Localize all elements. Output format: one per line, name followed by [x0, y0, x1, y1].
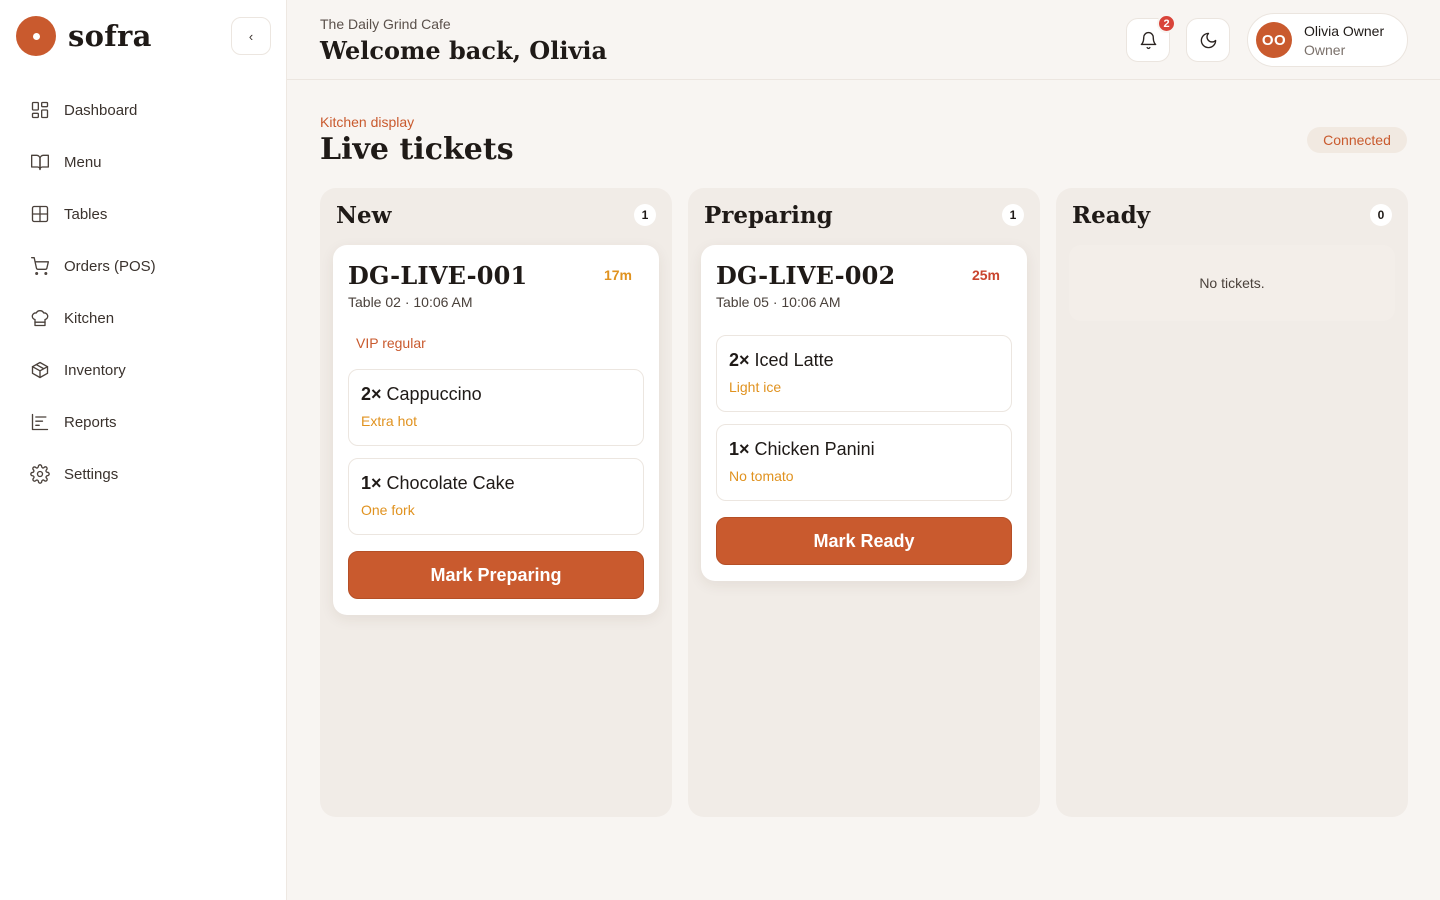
- bell-icon: [1140, 31, 1156, 49]
- column-count-badge: 0: [1370, 204, 1392, 226]
- ticket-id: DG-LIVE-002: [716, 261, 896, 290]
- ticket-header: DG-LIVE-002 25m Table 05 · 10:06 AM: [716, 261, 1012, 319]
- sidebar-item-tables[interactable]: Tables: [16, 188, 271, 240]
- grid-icon: [31, 101, 49, 119]
- page-eyebrow: Kitchen display: [320, 114, 415, 130]
- column-count-badge: 1: [1002, 204, 1024, 226]
- column-new: New 1 DG-LIVE-001 17m Table 02 · 10:06 A…: [320, 188, 672, 817]
- gear-icon: [30, 464, 50, 484]
- item-modifier: Light ice: [729, 379, 782, 395]
- mark-preparing-button[interactable]: Mark Preparing: [348, 551, 644, 599]
- item-modifier: One fork: [361, 502, 415, 518]
- sidebar-item-dashboard[interactable]: Dashboard: [16, 84, 271, 136]
- welcome-heading: Welcome back, Olivia: [320, 36, 608, 65]
- logo-icon: [16, 16, 56, 56]
- page-title: Live tickets: [320, 132, 514, 167]
- sidebar-item-label: Reports: [64, 413, 117, 431]
- connection-status-badge: Connected: [1307, 127, 1407, 153]
- avatar: OO: [1256, 22, 1292, 58]
- item-title: 1× Chicken Panini: [729, 439, 999, 460]
- item-title: 2× Cappuccino: [361, 384, 631, 405]
- item-modifier: Extra hot: [361, 413, 418, 429]
- theme-toggle-button[interactable]: [1186, 18, 1230, 62]
- chevron-left-icon: ‹: [248, 28, 254, 44]
- ticket-item: 1× Chocolate Cake One fork: [348, 458, 644, 535]
- sidebar-item-settings[interactable]: Settings: [16, 448, 271, 500]
- item-modifier: No tomato: [729, 468, 794, 484]
- item-title: 2× Iced Latte: [729, 350, 999, 371]
- column-title: New: [336, 202, 392, 229]
- user-menu[interactable]: OO Olivia Owner Owner: [1247, 13, 1408, 67]
- column-title: Preparing: [704, 202, 833, 229]
- item-qty: 1×: [729, 439, 750, 459]
- user-name: Olivia Owner: [1304, 22, 1385, 39]
- table-icon: [31, 205, 49, 223]
- ticket-age: 17m: [603, 267, 632, 283]
- sidebar-item-label: Menu: [64, 153, 102, 171]
- sidebar-item-menu[interactable]: Menu: [16, 136, 271, 188]
- ticket-item: 2× Cappuccino Extra hot: [348, 369, 644, 446]
- moon-icon: [1200, 32, 1216, 48]
- item-title: 1× Chocolate Cake: [361, 473, 631, 494]
- item-name: Iced Latte: [754, 350, 834, 370]
- user-info: Olivia Owner Owner: [1304, 23, 1384, 58]
- brand-name: sofra: [68, 19, 152, 53]
- sidebar-item-kitchen[interactable]: Kitchen: [16, 292, 271, 344]
- sidebar-item-label: Tables: [64, 205, 108, 223]
- top-header: The Daily Grind Cafe Welcome back, Olivi…: [287, 0, 1440, 80]
- item-name: Cappuccino: [386, 384, 482, 404]
- column-title: Ready: [1072, 202, 1151, 229]
- ticket-item: 2× Iced Latte Light ice: [716, 335, 1012, 412]
- sidebar-item-label: Kitchen: [64, 309, 115, 327]
- sidebar-item-label: Dashboard: [64, 101, 138, 119]
- bar-chart-icon: [31, 413, 49, 431]
- ticket-note: VIP regular: [356, 335, 426, 351]
- ticket-meta: Table 05 · 10:06 AM: [716, 294, 841, 310]
- ticket-card[interactable]: DG-LIVE-002 25m Table 05 · 10:06 AM 2× I…: [701, 245, 1027, 581]
- cafe-name: The Daily Grind Cafe: [320, 16, 451, 32]
- item-name: Chocolate Cake: [386, 473, 515, 493]
- notification-badge: 2: [1157, 14, 1176, 33]
- user-role: Owner: [1304, 41, 1346, 58]
- sidebar-item-reports[interactable]: Reports: [16, 396, 271, 448]
- sidebar: sofra ‹ Dashboard Menu Tables Orders (PO…: [0, 0, 287, 900]
- ticket-age: 25m: [971, 267, 1000, 283]
- sidebar-item-inventory[interactable]: Inventory: [16, 344, 271, 396]
- mark-ready-button[interactable]: Mark Ready: [716, 517, 1012, 565]
- ticket-meta: Table 02 · 10:06 AM: [348, 294, 473, 310]
- item-qty: 2×: [729, 350, 750, 370]
- book-icon: [31, 154, 49, 171]
- column-ready: Ready 0 No tickets.: [1056, 188, 1408, 817]
- item-name: Chicken Panini: [754, 439, 875, 459]
- chef-hat-icon: [31, 309, 49, 327]
- item-qty: 2×: [361, 384, 382, 404]
- sidebar-item-label: Inventory: [64, 361, 126, 379]
- brand[interactable]: sofra: [16, 16, 152, 56]
- sidebar-item-label: Settings: [64, 465, 119, 483]
- ticket-card[interactable]: DG-LIVE-001 17m Table 02 · 10:06 AM VIP …: [333, 245, 659, 615]
- item-qty: 1×: [361, 473, 382, 493]
- box-icon: [31, 361, 49, 379]
- sidebar-item-label: Orders (POS): [64, 257, 156, 275]
- collapse-sidebar-button[interactable]: ‹: [231, 17, 271, 55]
- cart-icon: [31, 257, 49, 275]
- ticket-header: DG-LIVE-001 17m Table 02 · 10:06 AM: [348, 261, 644, 319]
- column-preparing: Preparing 1 DG-LIVE-002 25m Table 05 · 1…: [688, 188, 1040, 817]
- column-count-badge: 1: [634, 204, 656, 226]
- notifications-button[interactable]: 2: [1126, 14, 1176, 62]
- ticket-id: DG-LIVE-001: [348, 261, 528, 290]
- sidebar-nav: Dashboard Menu Tables Orders (POS) Kitch…: [16, 84, 271, 500]
- ticket-item: 1× Chicken Panini No tomato: [716, 424, 1012, 501]
- empty-state: No tickets.: [1069, 245, 1395, 321]
- sidebar-item-orders[interactable]: Orders (POS): [16, 240, 271, 292]
